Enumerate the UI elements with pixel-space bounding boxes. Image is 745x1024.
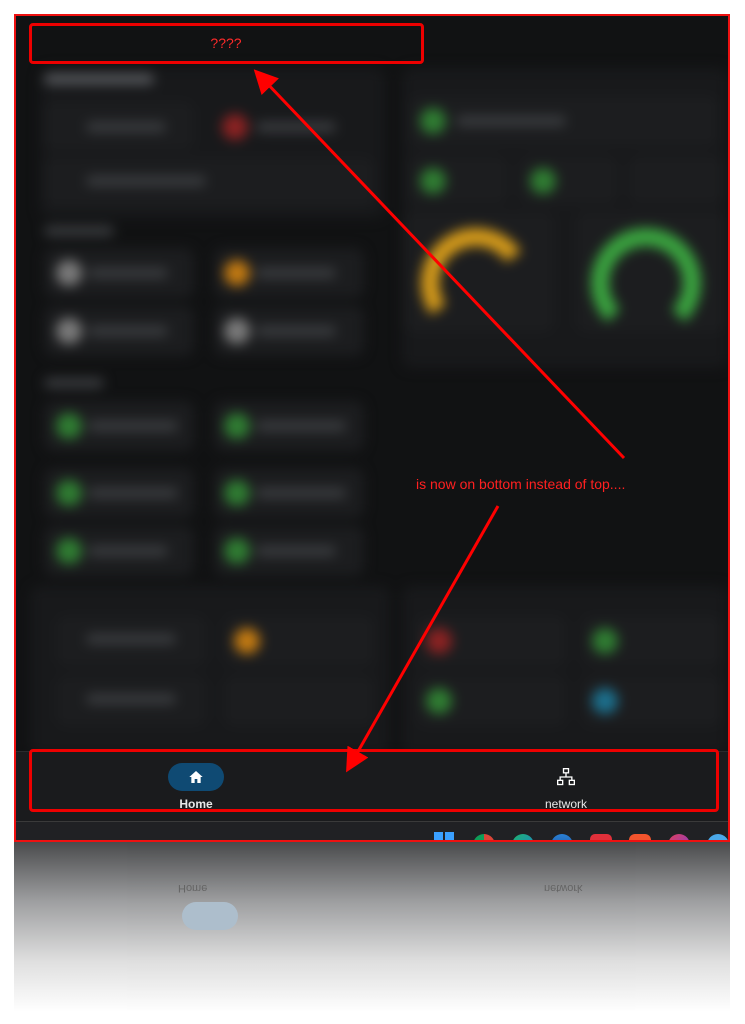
windows-start-icon[interactable] [434,832,454,840]
reflected-home-pill [182,902,238,930]
browser-icon[interactable] [551,834,573,840]
app-window: Home network [14,14,730,842]
edge-icon[interactable] [512,834,534,840]
vivaldi-icon[interactable] [590,834,612,840]
blurred-dashboard [16,16,728,756]
reflected-home-label: Home [178,882,208,894]
chrome-icon[interactable] [473,834,495,840]
annotation-top-text: ???? [210,35,242,51]
annotation-note: is now on bottom instead of top.... [416,476,626,492]
annotation-navbar-box [29,749,719,812]
blue-app-icon[interactable] [707,834,728,840]
app-icon[interactable] [668,834,690,840]
reflection: Home network [14,842,730,1012]
reflected-network-label: network [544,882,583,894]
brave-icon[interactable] [629,834,651,840]
taskbar [16,821,728,840]
